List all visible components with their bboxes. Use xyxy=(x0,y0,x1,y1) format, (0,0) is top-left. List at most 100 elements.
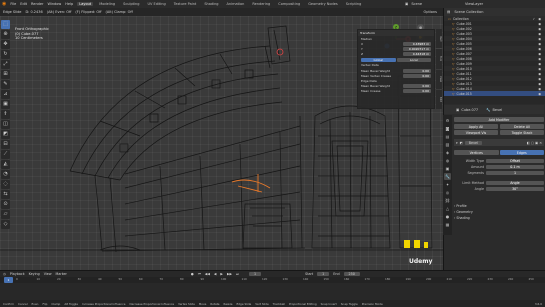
visibility-eye-icon[interactable]: ◉ xyxy=(538,52,542,56)
shading-section[interactable]: › Shading xyxy=(454,215,544,221)
world-props-icon[interactable]: ◍ xyxy=(444,157,451,164)
visibility-icon[interactable]: ✓ ◉ xyxy=(533,17,542,21)
texture-props-icon[interactable]: ▦ xyxy=(444,221,451,228)
mean-bevel-weight-field[interactable]: 0.00 xyxy=(403,68,431,73)
poly-build-icon[interactable]: ◭ xyxy=(1,160,10,169)
workspace-tab-texture-paint[interactable]: Texture Paint xyxy=(172,2,199,6)
jump-start-icon[interactable]: ⏮ xyxy=(198,272,201,276)
limit-method-dropdown[interactable]: Angle xyxy=(486,181,544,185)
constraints-icon[interactable]: ⛓ xyxy=(444,197,451,204)
output-props-icon[interactable]: ▤ xyxy=(444,133,451,140)
segments-field[interactable]: 1 xyxy=(486,171,544,175)
tab-edit[interactable]: Edit xyxy=(436,89,442,109)
apply-all-button[interactable]: Apply All xyxy=(454,124,498,129)
loop-cut-icon[interactable]: ⊟ xyxy=(1,140,10,149)
object-props-icon[interactable]: ▣ xyxy=(444,165,451,172)
modifier-name-field[interactable]: Bevel xyxy=(464,140,482,145)
transform-icon[interactable]: ⊞ xyxy=(1,70,10,79)
data-props-icon[interactable]: △ xyxy=(444,205,451,212)
measure-icon[interactable]: ⊿ xyxy=(1,90,10,99)
y-field[interactable]: 0.0020717 m xyxy=(403,46,431,51)
visibility-eye-icon[interactable]: ◉ xyxy=(538,62,542,66)
shrink-icon[interactable]: ⊙ xyxy=(1,200,10,209)
menu-keying[interactable]: Keying xyxy=(29,272,40,276)
workspace-tab-geometry-nodes[interactable]: Geometry Nodes xyxy=(306,2,340,6)
delete-all-button[interactable]: Delete All xyxy=(500,124,544,129)
material-props-icon[interactable]: ● xyxy=(444,213,451,220)
modifier-props-icon[interactable]: 🔧 xyxy=(444,173,451,180)
x-field[interactable]: 0.43983 m xyxy=(403,41,431,46)
visibility-eye-icon[interactable]: ◉ xyxy=(538,77,542,81)
visibility-eye-icon[interactable]: ◉ xyxy=(538,47,542,51)
visibility-eye-icon[interactable]: ◉ xyxy=(538,42,542,46)
menu-help[interactable]: Help xyxy=(65,2,73,6)
tab-item[interactable]: Item xyxy=(436,29,442,49)
visibility-eye-icon[interactable]: ◉ xyxy=(538,92,542,96)
play-reverse-icon[interactable]: ◀ xyxy=(214,272,217,276)
blender-logo-icon[interactable]: ◉ xyxy=(2,1,6,7)
playhead[interactable]: 1 xyxy=(4,277,13,283)
scene-selector[interactable]: ▣ Scene ViewLayer xyxy=(402,0,487,8)
end-frame-field[interactable]: 250 xyxy=(343,271,360,276)
knife-icon[interactable]: ⟋ xyxy=(1,150,10,159)
record-icon[interactable]: ● xyxy=(191,272,194,276)
particles-icon[interactable]: ✦ xyxy=(444,181,451,188)
start-frame-field[interactable]: 1 xyxy=(317,271,330,276)
width-type-dropdown[interactable]: Offset xyxy=(486,159,544,163)
workspace-tab-scripting[interactable]: Scripting xyxy=(344,2,364,6)
workspace-tab-animation[interactable]: Animation xyxy=(225,2,247,6)
workspace-tab-sculpting[interactable]: Sculpting xyxy=(121,2,141,6)
menu-window[interactable]: Window xyxy=(47,2,61,6)
select-box-icon[interactable]: ⬚ xyxy=(1,20,10,29)
visibility-eye-icon[interactable]: ◉ xyxy=(538,37,542,41)
prev-key-icon[interactable]: ◀◀ xyxy=(205,272,210,276)
global-toggle[interactable]: Global xyxy=(361,57,396,62)
modifier-panel-header[interactable]: ▾ ◩ Bevel ◧ ▢ ▣ ✕ xyxy=(454,139,544,146)
smooth-icon[interactable]: ◌ xyxy=(1,180,10,189)
rotate-icon[interactable]: ↻ xyxy=(1,50,10,59)
menu-playback[interactable]: Playback xyxy=(10,272,25,276)
mean-vertex-crease-field[interactable]: 0.00 xyxy=(403,73,431,78)
workspace-tab-modeling[interactable]: Modeling xyxy=(97,2,117,6)
options-dropdown[interactable]: Options xyxy=(423,10,437,14)
add-cube-icon[interactable]: ▣ xyxy=(1,100,10,109)
extrude-icon[interactable]: ⇑ xyxy=(1,110,10,119)
toggle-stack-button[interactable]: Toggle Stack xyxy=(500,130,544,135)
shear-icon[interactable]: ▱ xyxy=(1,210,10,219)
visibility-eye-icon[interactable]: ◉ xyxy=(538,57,542,61)
visibility-eye-icon[interactable]: ◉ xyxy=(538,22,542,26)
play-icon[interactable]: ▶ xyxy=(220,272,223,276)
current-frame-field[interactable]: 1 xyxy=(249,271,262,276)
scene-props-icon[interactable]: ◈ xyxy=(444,149,451,156)
workspace-tab-compositing[interactable]: Compositing xyxy=(276,2,302,6)
visibility-eye-icon[interactable]: ◉ xyxy=(538,32,542,36)
menu-file[interactable]: File xyxy=(10,2,16,6)
bevel-icon[interactable]: ◩ xyxy=(1,130,10,139)
physics-icon[interactable]: ◎ xyxy=(444,189,451,196)
visibility-eye-icon[interactable]: ◉ xyxy=(538,27,542,31)
collapse-arrow-icon[interactable]: ▾ xyxy=(456,141,458,145)
edge-bevel-weight-field[interactable]: 0.00 xyxy=(403,84,431,89)
amount-field[interactable]: 0.1 m xyxy=(486,165,544,169)
tab-tool[interactable]: Tool xyxy=(436,49,442,69)
workspace-tab-rendering[interactable]: Rendering xyxy=(250,2,272,6)
timeline-ruler[interactable]: 0 10 20 30 40 50 60 70 80 90 100 110 120 130 140 150 160… xyxy=(0,277,545,283)
outliner-filter-icon[interactable]: ▤ xyxy=(447,10,450,14)
edges-mode-button[interactable]: Edges xyxy=(499,150,544,155)
timeline-editor-icon[interactable]: ◷ xyxy=(3,272,6,276)
workspace-tab-layout[interactable]: Layout xyxy=(77,2,94,6)
local-toggle[interactable]: Local xyxy=(396,57,431,62)
workspace-tab-uv-editing[interactable]: UV Editing xyxy=(145,2,167,6)
menu-view[interactable]: View xyxy=(44,272,52,276)
view-layer-icon[interactable]: ▧ xyxy=(444,141,451,148)
z-field[interactable]: 0.44318 m xyxy=(403,52,431,57)
modifier-visibility-icons[interactable]: ◧ ▢ ▣ ✕ xyxy=(527,141,542,145)
edge-data-header[interactable]: Edge Data xyxy=(361,79,377,83)
angle-field[interactable]: 30° xyxy=(486,187,544,191)
menu-marker[interactable]: Marker xyxy=(56,272,67,276)
menu-edit[interactable]: Edit xyxy=(20,2,27,6)
outliner-row[interactable]: ▽ Cube.015 ◉ xyxy=(444,91,545,96)
tool-props-icon[interactable]: ⚙ xyxy=(444,117,451,124)
annotate-icon[interactable]: ✎ xyxy=(1,80,10,89)
vertex-data-header[interactable]: Vertex Data xyxy=(361,63,379,67)
